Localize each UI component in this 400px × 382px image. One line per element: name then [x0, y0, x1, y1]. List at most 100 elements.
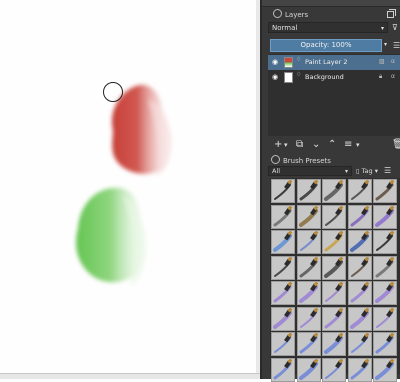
brush-tip-icon: [274, 256, 293, 277]
brush-preset-item[interactable]: [347, 281, 372, 305]
brush-tip-icon: [376, 231, 395, 251]
brush-tip-icon: [325, 282, 344, 302]
brush-preset-item[interactable]: [322, 306, 346, 331]
brush-tip-icon: [298, 282, 318, 303]
brush-tip-icon: [324, 256, 344, 278]
layer-row-background[interactable]: ◉ ♢ Background 🔒︎ α: [268, 70, 400, 85]
brush-preset-item[interactable]: [271, 230, 295, 254]
layer-thumbnail: [284, 72, 293, 83]
layers-float-button[interactable]: [387, 9, 396, 18]
brush-tip-icon: [274, 180, 293, 200]
lock-icon[interactable]: 🔒︎: [379, 73, 382, 81]
brush-tip-icon: [325, 358, 344, 379]
brush-preset-item[interactable]: [322, 179, 346, 203]
brush-preset-item[interactable]: [296, 179, 321, 203]
properties-chevron-icon[interactable]: ▾: [356, 138, 360, 152]
brush-preset-item[interactable]: [322, 204, 346, 229]
brush-preset-item[interactable]: [347, 230, 372, 254]
brush-tip-icon: [350, 256, 369, 277]
brush-tip-icon: [298, 205, 318, 227]
opacity-chevron-icon[interactable]: ▾: [384, 41, 387, 48]
painted-strokes: [76, 84, 172, 286]
brush-preset-item[interactable]: [322, 357, 346, 382]
move-down-icon[interactable]: ⌄: [312, 138, 320, 152]
brush-preset-item[interactable]: [271, 332, 295, 356]
move-up-icon[interactable]: ⌃: [328, 138, 336, 152]
eye-icon[interactable]: ◉: [272, 74, 280, 81]
brush-preset-item[interactable]: [296, 281, 321, 305]
brush-preset-item[interactable]: [322, 332, 346, 356]
red-stroke: [111, 84, 172, 176]
tag-button[interactable]: ▯ Tag ▾: [356, 166, 378, 176]
blend-mode-select[interactable]: Normal ▾: [268, 22, 388, 33]
brush-preset-item[interactable]: [373, 204, 397, 229]
brush-presets-icon: [271, 155, 280, 164]
brush-preset-item[interactable]: [296, 357, 321, 382]
brush-preset-item[interactable]: [271, 255, 295, 280]
brush-preset-item[interactable]: [347, 204, 372, 229]
brush-tip-icon: [299, 231, 318, 251]
drawing-canvas[interactable]: [0, 0, 260, 379]
brush-preset-item[interactable]: [347, 357, 372, 382]
brush-preset-item[interactable]: [347, 332, 372, 356]
brush-preset-item[interactable]: [322, 255, 346, 280]
alpha-inherit-icon[interactable]: α: [391, 58, 395, 65]
canvas-horizontal-scrollbar[interactable]: [0, 373, 260, 379]
layer-properties-icon[interactable]: ≡: [344, 138, 352, 152]
layer-options-menu-icon[interactable]: ☰: [393, 40, 400, 51]
add-layer-chevron-icon[interactable]: ▾: [284, 138, 288, 152]
filter-icon[interactable]: ⊽: [392, 22, 400, 33]
chevron-down-icon: ▾: [344, 168, 348, 175]
brush-preset-item[interactable]: [296, 255, 321, 280]
chevron-down-icon: ▾: [380, 25, 384, 32]
brush-preset-item[interactable]: [296, 230, 321, 254]
eye-icon[interactable]: ◉: [272, 59, 280, 66]
dock-top-bar: [262, 0, 400, 7]
tag-filter-select[interactable]: All ▾: [268, 166, 352, 176]
paint-layer-type-icon: ♢: [296, 56, 302, 63]
brush-preset-item[interactable]: [373, 230, 397, 254]
alpha-inherit-icon[interactable]: α: [391, 73, 395, 80]
brush-preset-item[interactable]: [347, 306, 372, 331]
duplicate-layer-icon[interactable]: ⧉: [296, 138, 303, 152]
brush-preset-item[interactable]: [271, 281, 295, 305]
brush-preset-item[interactable]: [271, 306, 295, 331]
brush-tip-icon: [274, 333, 293, 353]
layer-name: Background: [305, 73, 344, 81]
brush-tip-icon: [375, 256, 395, 277]
tag-icon: ▯: [356, 167, 360, 175]
brush-preset-item[interactable]: [296, 204, 321, 229]
delete-layer-icon[interactable]: 🗑︎: [392, 138, 400, 152]
presets-menu-icon[interactable]: ☰: [384, 166, 391, 176]
brush-preset-item[interactable]: [347, 179, 372, 203]
brush-preset-item[interactable]: [296, 306, 321, 331]
paint-layer-type-icon: ♢: [296, 71, 302, 78]
brush-tip-icon: [350, 282, 369, 303]
brush-tip-icon: [375, 358, 395, 380]
opacity-slider[interactable]: Opacity: 100%: [270, 39, 382, 52]
brush-preset-item[interactable]: [322, 230, 346, 254]
brush-preset-item[interactable]: [373, 179, 397, 203]
blend-mode-value: Normal: [272, 24, 298, 32]
brush-preset-item[interactable]: [373, 281, 397, 305]
brush-preset-item[interactable]: [271, 179, 295, 203]
brush-preset-item[interactable]: [347, 255, 372, 280]
brush-tip-icon: [325, 205, 344, 226]
alpha-lock-icon[interactable]: ▨: [379, 58, 385, 65]
brush-tip-icon: [273, 307, 293, 329]
brush-preset-item[interactable]: [373, 357, 397, 382]
brush-tip-icon: [273, 205, 293, 226]
brush-preset-item[interactable]: [271, 357, 295, 382]
brush-preset-item[interactable]: [373, 332, 397, 356]
layer-row-paint-layer-2[interactable]: ◉ ♢ Paint Layer 2 ▨ α: [268, 55, 400, 70]
brush-preset-item[interactable]: [296, 332, 321, 356]
brush-preset-item[interactable]: [271, 204, 295, 229]
brush-preset-item[interactable]: [322, 281, 346, 305]
brush-tip-icon: [375, 282, 395, 303]
add-layer-icon[interactable]: +: [274, 138, 282, 152]
brush-cursor-icon: [103, 82, 123, 102]
brush-preset-item[interactable]: [373, 306, 397, 331]
layer-name: Paint Layer 2: [305, 58, 348, 66]
brush-preset-item[interactable]: [373, 255, 397, 280]
brush-preset-grid: [270, 178, 400, 382]
